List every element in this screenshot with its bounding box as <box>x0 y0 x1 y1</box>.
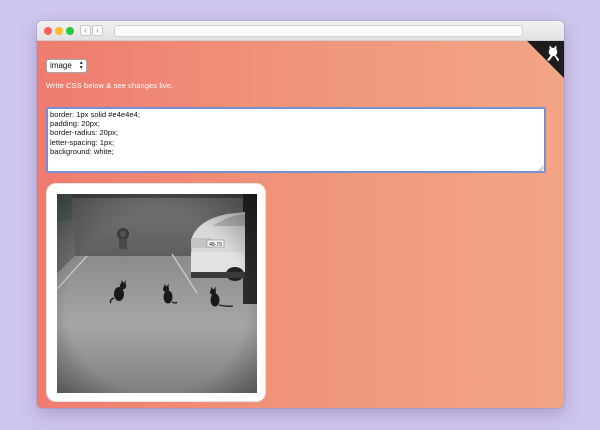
resize-grip-icon[interactable] <box>537 165 544 172</box>
browser-titlebar: ‹ › <box>37 21 564 41</box>
zoom-dot-icon[interactable] <box>66 27 74 35</box>
back-button[interactable]: ‹ <box>80 25 91 36</box>
github-corner[interactable] <box>527 41 564 78</box>
styled-image-frame: 48-79 <box>46 183 266 402</box>
element-select[interactable]: image ▴ ▾ <box>46 59 87 73</box>
minimize-dot-icon[interactable] <box>55 27 63 35</box>
parking-lot-cats-photo: 48-79 <box>57 194 257 393</box>
css-editor[interactable] <box>46 107 546 173</box>
close-dot-icon[interactable] <box>44 27 52 35</box>
forward-button[interactable]: › <box>92 25 103 36</box>
address-bar[interactable] <box>114 25 523 37</box>
select-arrows-icon: ▴ ▾ <box>79 60 83 71</box>
browser-window: ‹ › image ▴ ▾ Write CSS below & see chang… <box>37 21 564 408</box>
instruction-text: Write CSS below & see changes live. <box>46 81 174 90</box>
element-select-value: image <box>50 61 72 70</box>
